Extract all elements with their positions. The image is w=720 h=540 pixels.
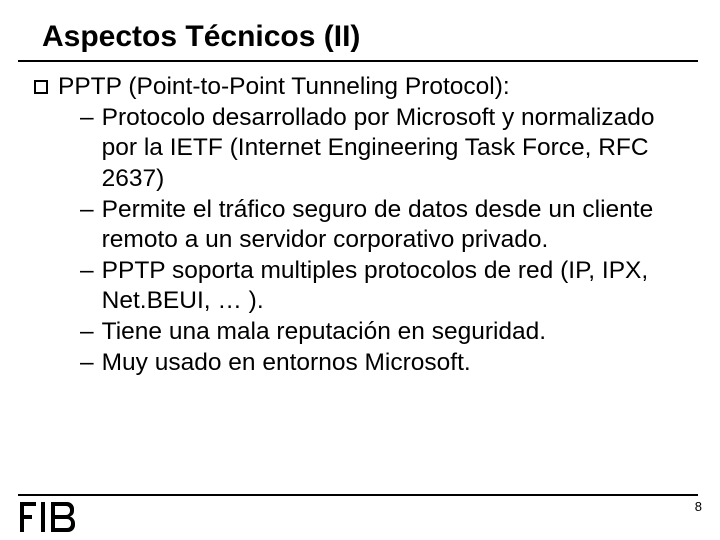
subitem-text: Protocolo desarrollado por Microsoft y n… [102, 103, 690, 195]
subitem-text: PPTP soporta multiples protocolos de red… [102, 256, 690, 317]
subitem-text: Permite el tráfico seguro de datos desde… [102, 195, 690, 256]
dash-icon: – [80, 256, 94, 287]
dash-icon: – [80, 195, 94, 226]
list-item: – Protocolo desarrollado por Microsoft y… [80, 103, 690, 195]
slide-title: Aspectos Técnicos (II) [0, 0, 720, 60]
bullet-main: PPTP (Point-to-Point Tunneling Protocol)… [34, 72, 690, 378]
list-item: – Muy usado en entornos Microsoft. [80, 348, 690, 379]
square-bullet-icon [34, 80, 48, 94]
slide: Aspectos Técnicos (II) PPTP (Point-to-Po… [0, 0, 720, 540]
footer-divider [18, 494, 698, 496]
subitem-text: Muy usado en entornos Microsoft. [102, 348, 690, 379]
list-item: – Tiene una mala reputación en seguridad… [80, 317, 690, 348]
subitems: – Protocolo desarrollado por Microsoft y… [80, 103, 690, 379]
content-area: PPTP (Point-to-Point Tunneling Protocol)… [0, 62, 720, 378]
dash-icon: – [80, 103, 94, 134]
bullet-heading: PPTP (Point-to-Point Tunneling Protocol)… [58, 72, 690, 103]
list-item: – Permite el tráfico seguro de datos des… [80, 195, 690, 256]
subitem-text: Tiene una mala reputación en seguridad. [102, 317, 690, 348]
dash-icon: – [80, 348, 94, 379]
fib-logo [18, 500, 80, 534]
page-number: 8 [695, 499, 702, 514]
dash-icon: – [80, 317, 94, 348]
bullet-body: PPTP (Point-to-Point Tunneling Protocol)… [58, 72, 690, 378]
list-item: – PPTP soporta multiples protocolos de r… [80, 256, 690, 317]
